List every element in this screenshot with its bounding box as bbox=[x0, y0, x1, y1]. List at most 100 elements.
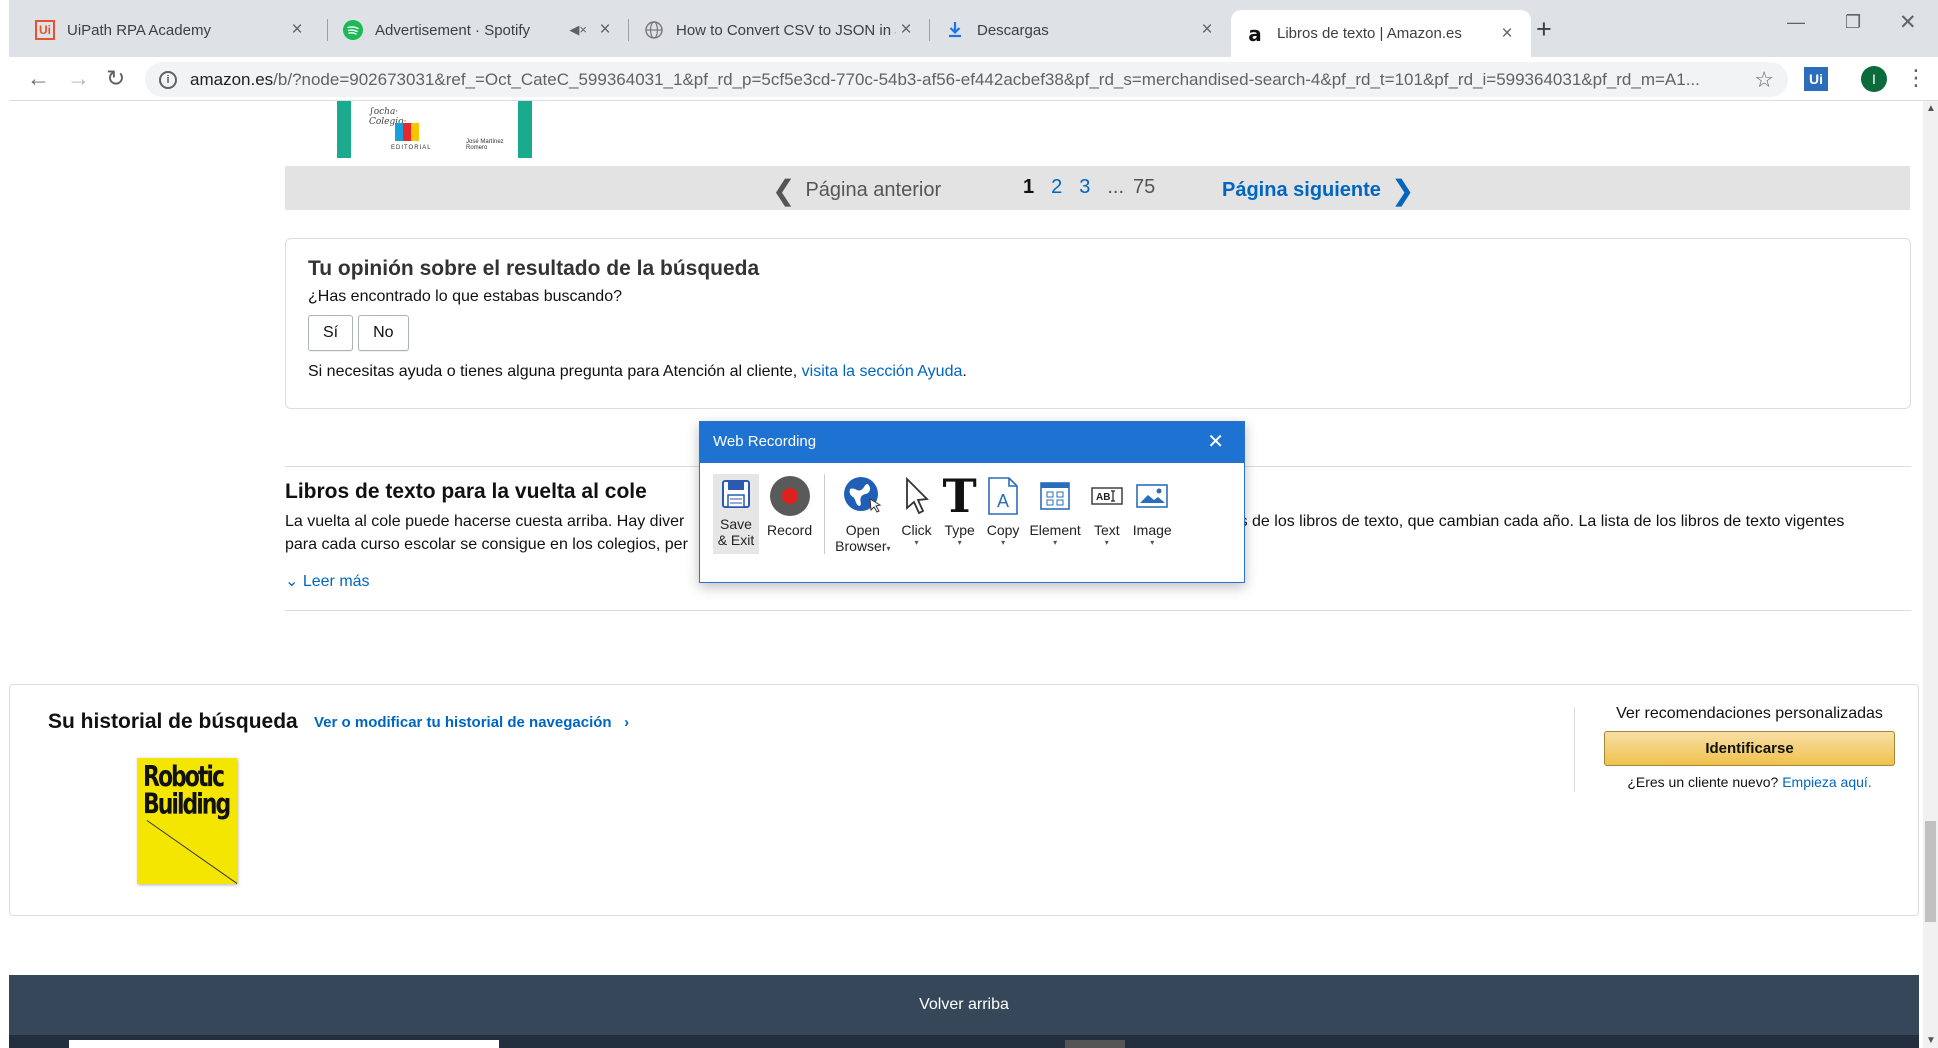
page-3[interactable]: 3 bbox=[1079, 176, 1090, 199]
edit-history-link[interactable]: Ver o modificar tu historial de navegaci… bbox=[314, 714, 629, 731]
feedback-no-button[interactable]: No bbox=[358, 315, 409, 351]
click-button[interactable]: Click ▾ bbox=[901, 474, 933, 574]
scroll-down-icon[interactable]: ▼ bbox=[1926, 1035, 1936, 1046]
chevron-down-icon: ⌄ bbox=[285, 573, 303, 590]
page-scrollbar[interactable]: ▲ ▼ bbox=[1923, 101, 1938, 1048]
footer-grey-bar bbox=[1065, 1040, 1125, 1048]
speaker-muted-icon[interactable]: ◀× bbox=[569, 22, 587, 38]
type-button[interactable]: T Type ▾ bbox=[942, 469, 977, 574]
publisher-logo bbox=[395, 123, 419, 141]
save-exit-button[interactable]: Save & Exit bbox=[713, 474, 759, 554]
history-book-title: Robotic Building bbox=[143, 761, 231, 822]
page-numbers: 1 2 3 ... 75 bbox=[1023, 176, 1164, 199]
dropdown-caret-icon: ▾ bbox=[914, 538, 919, 547]
new-customer-text: ¿Eres un cliente nuevo? Empieza aquí. bbox=[1627, 774, 1872, 790]
close-icon[interactable]: × bbox=[896, 19, 916, 41]
scroll-up-icon[interactable]: ▲ bbox=[1926, 103, 1936, 114]
next-page-link[interactable]: Página siguiente ❯ bbox=[1222, 174, 1414, 207]
page-2[interactable]: 2 bbox=[1051, 176, 1062, 199]
browser-window: Ui UiPath RPA Academy × Advertisement · … bbox=[9, 0, 1938, 1048]
close-icon[interactable]: × bbox=[595, 19, 615, 41]
history-book-cover[interactable]: Robotic Building bbox=[137, 758, 237, 884]
page-1: 1 bbox=[1023, 176, 1035, 198]
svg-text:A: A bbox=[997, 491, 1009, 511]
feedback-title: Tu opinión sobre el resultado de la búsq… bbox=[308, 257, 760, 280]
dropdown-caret-icon: ▾ bbox=[1001, 538, 1006, 547]
feedback-yes-button[interactable]: Sí bbox=[308, 315, 354, 351]
close-icon[interactable]: × bbox=[1197, 19, 1217, 41]
recommendations-title: Ver recomendaciones personalizadas bbox=[1616, 705, 1883, 722]
reload-icon[interactable]: ↻ bbox=[106, 65, 125, 92]
book-author-text: José Martínez Romero bbox=[466, 139, 504, 151]
tab-spotify[interactable]: Advertisement · Spotify ◀× × bbox=[329, 10, 629, 50]
tab-strip: Ui UiPath RPA Academy × Advertisement · … bbox=[9, 0, 1938, 57]
recorder-titlebar[interactable]: Web Recording ✕ bbox=[700, 422, 1244, 463]
divider bbox=[285, 610, 1911, 611]
footer-strip bbox=[9, 1035, 1919, 1048]
tab-amazon[interactable]: a Libros de texto | Amazon.es × bbox=[1231, 10, 1531, 57]
help-section-link[interactable]: visita la sección Ayuda bbox=[802, 363, 963, 380]
url-path: /b/?node=902673031&ref_=Oct_CateC_599364… bbox=[273, 69, 1700, 89]
download-icon bbox=[945, 20, 965, 40]
tab-csv-json[interactable]: How to Convert CSV to JSON in J × bbox=[630, 10, 930, 50]
restore-icon[interactable]: ❐ bbox=[1845, 12, 1861, 33]
window-close-icon[interactable]: ✕ bbox=[1899, 10, 1917, 35]
history-title: Su historial de búsqueda bbox=[48, 710, 298, 733]
svg-text:AB: AB bbox=[1096, 492, 1110, 503]
pagination-bar: ❮ Página anterior 1 2 3 ... 75 Página si… bbox=[285, 166, 1910, 210]
big-t-icon: T bbox=[942, 469, 977, 523]
info-icon[interactable]: i bbox=[159, 70, 177, 89]
recorder-title: Web Recording bbox=[713, 433, 817, 450]
amazon-icon: a bbox=[1248, 21, 1262, 46]
text-button[interactable]: AB Text ▾ bbox=[1091, 474, 1123, 574]
start-here-link[interactable]: Empieza aquí. bbox=[1782, 774, 1872, 790]
prev-page-link[interactable]: ❮ Página anterior bbox=[772, 174, 941, 207]
web-recording-dialog: Web Recording ✕ Save & Exit Record Open … bbox=[699, 421, 1245, 583]
page-last[interactable]: 75 bbox=[1133, 176, 1155, 199]
record-icon bbox=[769, 474, 811, 518]
record-button[interactable]: Record bbox=[767, 474, 812, 574]
address-bar[interactable]: i amazon.es /b/?node=902673031&ref_=Oct_… bbox=[145, 62, 1788, 97]
browser-toolbar: ← → ↻ i amazon.es /b/?node=902673031&ref… bbox=[9, 57, 1938, 101]
tab-uipath[interactable]: Ui UiPath RPA Academy × bbox=[21, 10, 321, 50]
uipath-extension-icon[interactable]: Ui bbox=[1804, 67, 1828, 91]
dropdown-caret-icon: ▾ bbox=[1053, 538, 1058, 547]
element-button[interactable]: Element ▾ bbox=[1029, 474, 1081, 574]
dropdown-caret-icon: ▾ bbox=[886, 544, 891, 553]
feedback-help: Si necesitas ayuda o tienes alguna pregu… bbox=[308, 363, 967, 380]
copy-button[interactable]: A Copy ▾ bbox=[987, 474, 1019, 574]
search-feedback-box: Tu opinión sobre el resultado de la búsq… bbox=[285, 238, 1911, 409]
menu-kebab-icon[interactable]: ⋮ bbox=[1905, 65, 1927, 91]
tab-divider bbox=[628, 19, 629, 41]
chevron-left-icon: ❮ bbox=[772, 175, 796, 206]
dropdown-caret-icon: ▾ bbox=[957, 538, 962, 547]
open-browser-button[interactable]: Open Browser▾ bbox=[835, 474, 891, 574]
scrollbar-thumb[interactable] bbox=[1925, 821, 1936, 922]
toolbar-separator bbox=[824, 474, 826, 554]
close-icon[interactable]: × bbox=[1497, 23, 1517, 45]
new-tab-plus-icon[interactable]: + bbox=[1536, 14, 1552, 45]
element-grid-icon bbox=[1039, 474, 1071, 518]
image-button[interactable]: Image ▾ bbox=[1133, 474, 1172, 574]
globe-icon bbox=[644, 20, 664, 40]
minimize-icon[interactable]: — bbox=[1787, 12, 1805, 33]
spotify-icon bbox=[343, 20, 363, 40]
globe-cursor-icon bbox=[842, 474, 884, 518]
url-host: amazon.es bbox=[190, 69, 274, 89]
document-a-icon: A bbox=[987, 474, 1019, 518]
recommendations-box: Ver recomendaciones personalizadas Ident… bbox=[1604, 705, 1895, 790]
tab-descargas[interactable]: Descargas × bbox=[931, 10, 1231, 50]
vertical-divider bbox=[1574, 707, 1575, 792]
profile-avatar[interactable]: I bbox=[1861, 66, 1887, 92]
forward-arrow-icon[interactable]: → bbox=[67, 65, 90, 92]
dropdown-caret-icon: ▾ bbox=[1104, 538, 1109, 547]
search-history-panel: Su historial de búsqueda Ver o modificar… bbox=[9, 684, 1919, 916]
bookmark-star-icon[interactable]: ☆ bbox=[1754, 67, 1774, 93]
chevron-right-icon: ❯ bbox=[1390, 175, 1415, 206]
uipath-icon: Ui bbox=[35, 20, 55, 40]
book-cover-image[interactable]: ∫ocha· Colegio· EDITORIAL José Martínez R… bbox=[337, 101, 532, 158]
close-icon[interactable]: × bbox=[287, 19, 307, 41]
close-icon[interactable]: ✕ bbox=[1207, 422, 1224, 462]
signin-button[interactable]: Identificarse bbox=[1604, 731, 1895, 766]
back-arrow-icon[interactable]: ← bbox=[27, 65, 50, 92]
